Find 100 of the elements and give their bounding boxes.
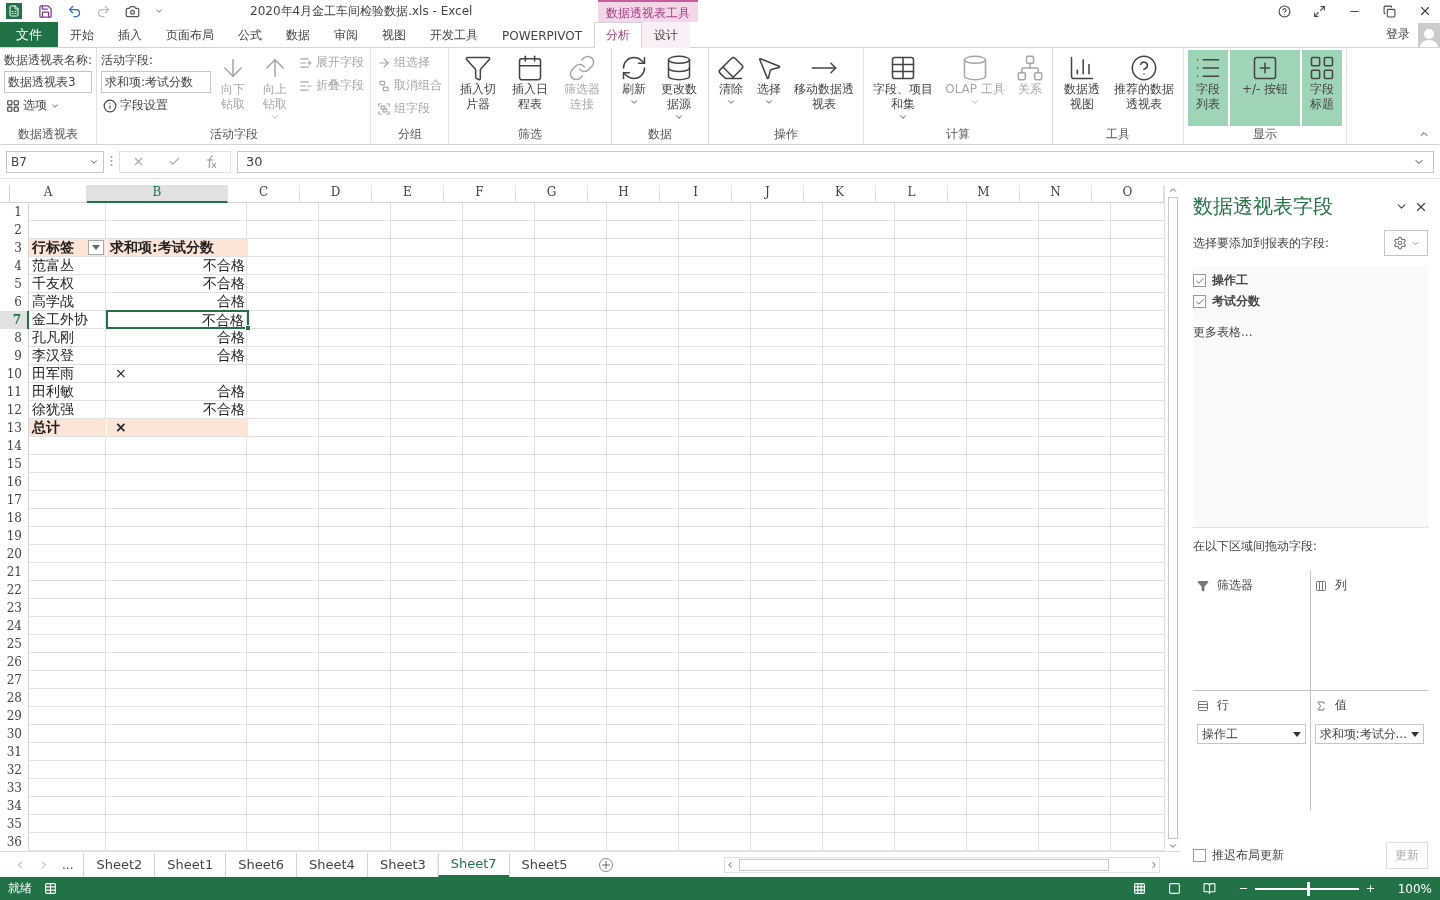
redo-icon[interactable] [96, 3, 111, 19]
row-header[interactable]: 6 [0, 293, 29, 311]
name-box[interactable]: B7 [6, 150, 104, 173]
ribbon-tab[interactable]: 数据 [274, 22, 322, 48]
scroll-right-icon[interactable] [1149, 859, 1159, 870]
row-header[interactable]: 15 [0, 455, 29, 473]
ribbon-tab[interactable]: 审阅 [322, 22, 370, 48]
scroll-up-icon[interactable] [1167, 185, 1178, 195]
ribbon-button[interactable]: 刷新 [616, 50, 653, 126]
scroll-left-icon[interactable] [725, 859, 735, 870]
row-header[interactable]: 12 [0, 401, 29, 419]
file-tab[interactable]: 文件 [0, 22, 58, 47]
ribbon-button[interactable]: 插入切片器 [453, 50, 504, 126]
zoom-level[interactable]: 100% [1397, 881, 1432, 896]
page-break-icon[interactable] [1202, 882, 1216, 895]
page-layout-icon[interactable] [1167, 882, 1181, 895]
scroll-thumb[interactable] [1167, 197, 1178, 839]
row-header[interactable]: 20 [0, 545, 29, 563]
vertical-scrollbar[interactable] [1164, 185, 1180, 851]
camera-icon[interactable] [125, 3, 140, 19]
normal-view-icon[interactable] [1132, 882, 1146, 895]
ribbon-display-icon[interactable] [1313, 4, 1326, 18]
scroll-down-icon[interactable] [1167, 841, 1178, 851]
ribbon-tab[interactable]: 公式 [226, 22, 274, 48]
column-header[interactable]: M [948, 185, 1020, 203]
row-header[interactable]: 10 [0, 365, 29, 383]
sign-in-link[interactable]: 登录 [1386, 26, 1410, 43]
column-header[interactable]: J [732, 185, 804, 203]
ribbon-tab[interactable]: 页面布局 [154, 22, 226, 48]
row-header[interactable]: 19 [0, 527, 29, 545]
row-header[interactable]: 7 [0, 311, 29, 329]
checkbox-label[interactable]: 推迟布局更新 [1212, 847, 1284, 864]
name-field[interactable]: 数据透视表3 [4, 71, 92, 93]
more-sheets-button[interactable]: ... [62, 857, 74, 872]
horizontal-scrollbar[interactable] [724, 856, 1160, 873]
row-header[interactable]: 1 [0, 203, 29, 221]
row-header[interactable]: 4 [0, 257, 29, 275]
column-header[interactable]: I [660, 185, 732, 203]
undo-icon[interactable] [67, 3, 82, 19]
row-header[interactable]: 13 [0, 419, 29, 437]
function-icon[interactable] [204, 154, 219, 169]
help-icon[interactable] [1278, 4, 1291, 18]
column-header[interactable]: G [516, 185, 588, 203]
sheet-tab[interactable]: Sheet7 [437, 852, 509, 877]
field-dropdown[interactable]: 求和项:考试分... [1314, 724, 1424, 744]
row-header[interactable]: 11 [0, 383, 29, 401]
ribbon-button[interactable]: 移动数据透视表 [789, 50, 860, 126]
row-header[interactable]: 2 [0, 221, 29, 239]
settings-button[interactable] [1384, 230, 1428, 256]
restore-icon[interactable] [1383, 4, 1396, 18]
ribbon-button[interactable]: 字段标题 [1302, 50, 1343, 126]
column-header[interactable]: O [1092, 185, 1164, 203]
row-header[interactable]: 29 [0, 707, 29, 725]
excel-logo-icon[interactable] [6, 3, 22, 19]
formula-field[interactable]: 30 [237, 150, 1434, 173]
filter-dropdown-icon[interactable] [88, 240, 104, 255]
scroll-thumb[interactable] [739, 858, 1109, 871]
caret-icon[interactable] [154, 6, 164, 16]
row-header[interactable]: 33 [0, 779, 29, 797]
row-header[interactable]: 36 [0, 833, 29, 851]
row-header[interactable]: 8 [0, 329, 29, 347]
row-header[interactable]: 30 [0, 725, 29, 743]
row-header[interactable]: 21 [0, 563, 29, 581]
column-header[interactable]: N [1020, 185, 1092, 203]
checkbox[interactable] [1193, 274, 1206, 287]
ribbon-button[interactable]: 选项 [4, 95, 93, 116]
column-header[interactable]: E [372, 185, 444, 203]
save-icon[interactable] [38, 3, 53, 19]
ribbon-button[interactable]: 清除 [713, 50, 750, 126]
row-header[interactable]: 31 [0, 743, 29, 761]
add-sheet-icon[interactable] [600, 858, 613, 871]
ribbon-button[interactable]: 更改数据源 [654, 50, 705, 126]
column-header[interactable]: C [228, 185, 300, 203]
close-icon[interactable] [1418, 4, 1432, 18]
row-header[interactable]: 35 [0, 815, 29, 833]
ribbon-button[interactable]: 字段设置 [101, 95, 212, 116]
column-header[interactable]: L [876, 185, 948, 203]
checkbox[interactable] [1193, 295, 1206, 308]
ribbon-button[interactable]: 插入日程表 [505, 50, 556, 126]
column-header[interactable]: D [300, 185, 372, 203]
row-header[interactable]: 34 [0, 797, 29, 815]
ribbon-tab[interactable]: 视图 [370, 22, 418, 48]
row-header[interactable]: 18 [0, 509, 29, 527]
row-header[interactable]: 17 [0, 491, 29, 509]
ribbon-tab[interactable]: POWERPIVOT [490, 22, 594, 48]
column-header[interactable]: H [588, 185, 660, 203]
column-header[interactable]: B [87, 185, 228, 203]
row-header[interactable]: 23 [0, 599, 29, 617]
name-field[interactable]: 求和项:考试分数 [101, 71, 212, 93]
more-tables-link[interactable]: 更多表格... [1193, 324, 1428, 341]
zoom-in-icon[interactable] [1364, 883, 1376, 894]
column-header[interactable]: A [10, 185, 87, 203]
ribbon-tab[interactable]: 设计 [642, 22, 690, 48]
row-header[interactable]: 27 [0, 671, 29, 689]
field-label[interactable]: 考试分数 [1212, 293, 1260, 310]
fill-handle[interactable] [245, 325, 251, 331]
row-header[interactable]: 26 [0, 653, 29, 671]
ribbon-tab[interactable]: 开始 [58, 22, 106, 48]
ribbon-button[interactable]: +/- 按钮 [1230, 50, 1301, 126]
row-header[interactable]: 22 [0, 581, 29, 599]
